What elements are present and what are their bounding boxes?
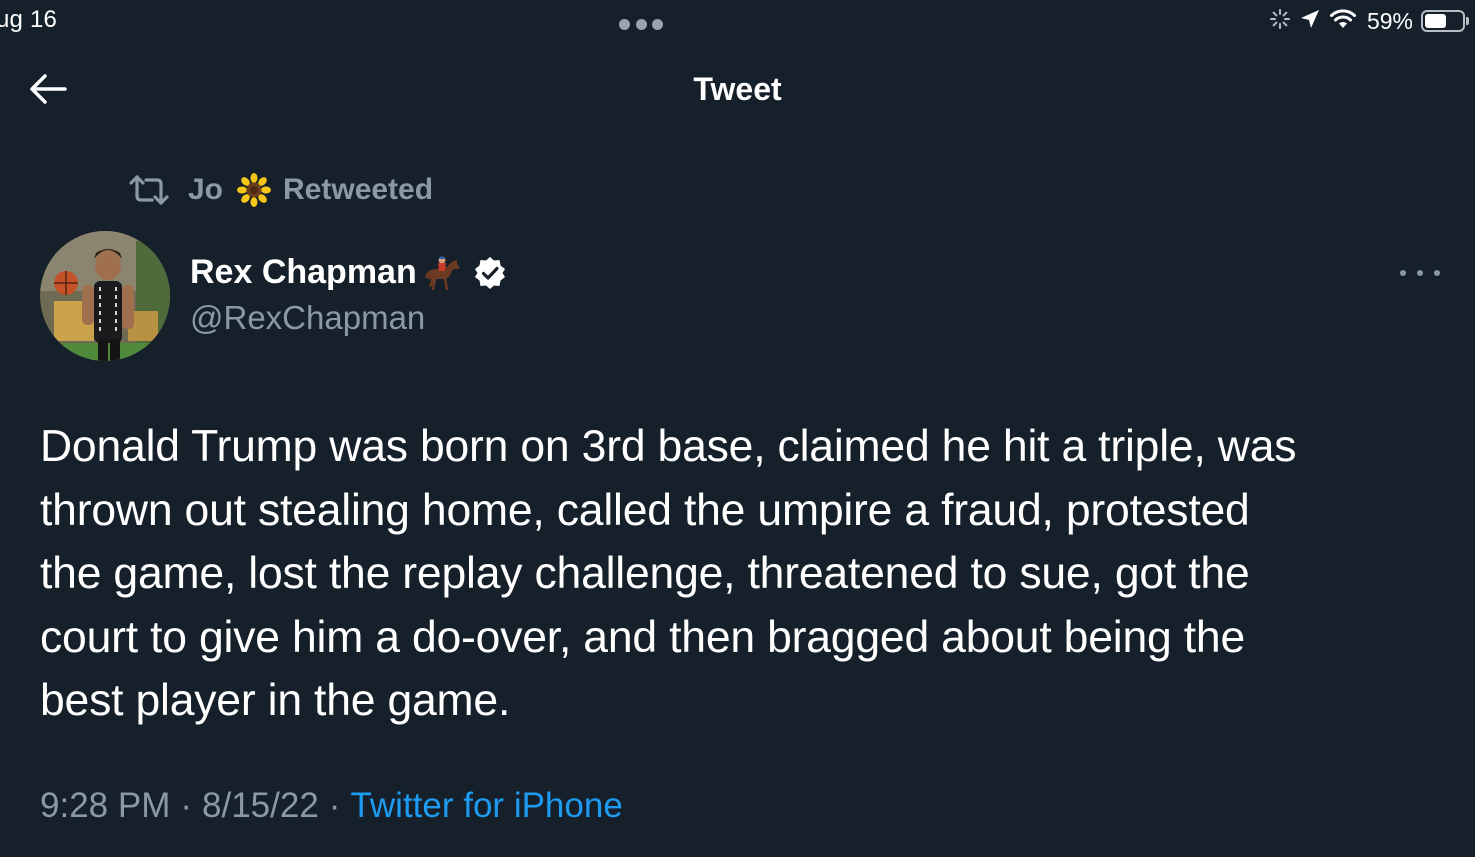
author-name[interactable]: Rex Chapman [190, 253, 417, 292]
tweet-text-line: the game, lost the replay challenge, thr… [40, 549, 1250, 598]
status-date: ug 16 [0, 6, 58, 33]
loading-spinner-icon [1269, 8, 1291, 35]
multitasking-dots-icon[interactable] [619, 19, 663, 31]
tweet-time: 9:28 PM [40, 786, 171, 825]
more-options-icon[interactable] [1400, 261, 1440, 285]
retweeted-label: Retweeted [283, 173, 434, 206]
tweet-text-line: best player in the game. [40, 676, 511, 725]
tweet-date: 8/15/22 [202, 786, 319, 825]
author-name-row: Rex Chapman [190, 253, 507, 292]
horse-racing-emoji-icon [421, 255, 463, 291]
battery-level-fill [1425, 14, 1446, 28]
separator: · [180, 786, 193, 825]
tweet-text-line: Donald Trump was born on 3rd base, claim… [40, 422, 1297, 471]
retweeter-name: Jo [188, 173, 224, 206]
tweet-text: Donald Trump was born on 3rd base, claim… [40, 415, 1440, 733]
author-handle[interactable]: @RexChapman [190, 299, 425, 337]
retweet-icon [128, 174, 170, 206]
tweet-text-line: court to give him a do-over, and then br… [40, 612, 1245, 662]
sunflower-emoji-icon [237, 173, 272, 207]
nav-header: Tweet [0, 55, 1475, 127]
location-arrow-icon [1299, 8, 1321, 35]
status-indicators: 59% [1269, 6, 1469, 36]
page-title: Tweet [693, 71, 782, 107]
tweet-author: Rex Chapman @RexChapman [40, 231, 1440, 363]
separator: · [328, 786, 341, 825]
battery-percentage: 59% [1366, 7, 1413, 34]
wifi-icon [1329, 8, 1357, 35]
verified-badge-icon [473, 256, 507, 290]
tweet-metadata: 9:28 PM · 8/15/22 · Twitter for iPhone [40, 786, 623, 826]
tweet-source-link[interactable]: Twitter for iPhone [350, 786, 622, 825]
tweet-text-line: thrown out stealing home, called the ump… [40, 485, 1250, 535]
status-bar: ug 16 59% [0, 0, 1475, 44]
retweet-context[interactable]: Jo Retweeted [128, 170, 433, 210]
avatar[interactable] [40, 231, 170, 361]
battery-icon [1421, 10, 1469, 32]
